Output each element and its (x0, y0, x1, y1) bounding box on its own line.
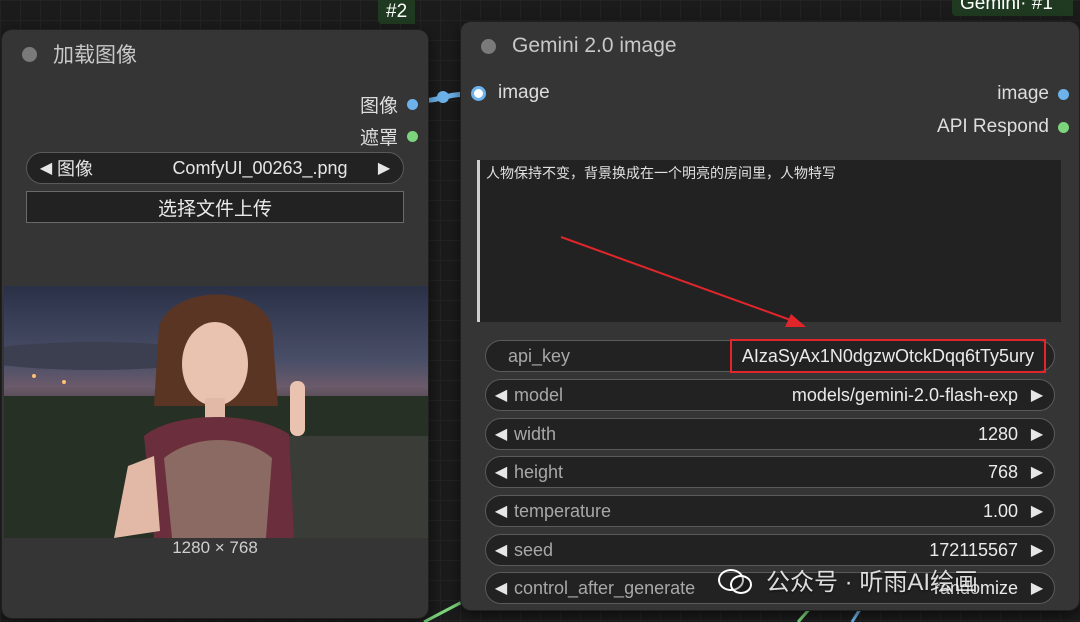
output-slot-label: 图像 (359, 96, 398, 117)
wire-midpoint (437, 91, 449, 103)
arrow-left-icon[interactable]: ◀ (490, 501, 512, 521)
collapse-dot-icon[interactable] (22, 46, 37, 62)
preview-illustration (4, 294, 428, 538)
temperature-label: temperature (514, 500, 612, 521)
height-label: height (514, 461, 564, 482)
width-label: width (514, 423, 557, 444)
arrow-right-icon[interactable]: ▶ (1026, 462, 1048, 482)
image-dimensions: 1280 × 768 (172, 538, 258, 557)
arrow-left-icon[interactable]: ◀ (490, 540, 512, 560)
output-slot-mask[interactable]: 遮罩 (360, 123, 418, 150)
model-widget[interactable]: ◀ model models/gemini-2.0-flash-exp ▶ (485, 379, 1055, 411)
gemini-node[interactable]: Gemini 2.0 image image image API Respond… (461, 22, 1079, 610)
load-node-header[interactable]: 加载图像 (2, 30, 428, 78)
model-label: model (514, 384, 564, 405)
arrow-right-icon[interactable]: ▶ (373, 158, 395, 178)
output-dot-icon[interactable] (407, 99, 418, 110)
image-combo[interactable]: ◀ 图像 ComfyUI_00263_.png ▶ (26, 152, 404, 184)
load-image-node[interactable]: 加载图像 图像 遮罩 ◀ 图像 ComfyUI_00263_.png ▶ 选择文… (2, 30, 428, 618)
wechat-icon (718, 567, 752, 594)
height-value: 768 (987, 461, 1018, 482)
arrow-left-icon[interactable]: ◀ (490, 578, 512, 598)
seed-value: 172115567 (929, 539, 1018, 560)
arrow-left-icon[interactable]: ◀ (35, 158, 57, 178)
preview-image (4, 286, 428, 538)
image-combo-label: 图像 (57, 159, 93, 179)
height-widget[interactable]: ◀ height 768 ▶ (485, 456, 1055, 488)
upload-button[interactable]: 选择文件上传 (26, 191, 404, 223)
output-slot-image[interactable]: 图像 (360, 91, 418, 118)
arrow-left-icon[interactable]: ◀ (490, 385, 512, 405)
api-key-value[interactable]: AIzaSyAx1N0dgzwOtckDqq6tTy5ury (729, 339, 1046, 373)
width-widget[interactable]: ◀ width 1280 ▶ (485, 418, 1055, 450)
api-key-field[interactable]: api_key AIzaSyAx1N0dgzwOtckDqq6tTy5ury (485, 339, 1055, 373)
api-key-label: api_key (508, 345, 571, 366)
bottom-wire-green (423, 600, 463, 622)
load-node-title: 加载图像 (53, 44, 137, 67)
output-slot-label: 遮罩 (359, 128, 398, 149)
temperature-value: 1.00 (982, 500, 1018, 521)
watermark-text: 公众号 · 听雨AI绘画 (766, 569, 979, 596)
image-combo-value: ComfyUI_00263_.png (172, 157, 348, 178)
model-value: models/gemini-2.0-flash-exp (791, 384, 1018, 405)
temperature-widget[interactable]: ◀ temperature 1.00 ▶ (485, 495, 1055, 527)
width-value: 1280 (977, 423, 1018, 444)
output-dot-icon[interactable] (407, 131, 418, 142)
arrow-right-icon[interactable]: ▶ (1026, 540, 1048, 560)
arrow-right-icon[interactable]: ▶ (1026, 424, 1048, 444)
watermark: 公众号 · 听雨AI绘画 (718, 562, 978, 597)
seed-label: seed (514, 539, 554, 560)
annotation-arrow-icon (560, 236, 806, 327)
arrow-left-icon[interactable]: ◀ (490, 424, 512, 444)
arrow-right-icon[interactable]: ▶ (1026, 501, 1048, 521)
arrow-right-icon[interactable]: ▶ (1026, 385, 1048, 405)
arrow-right-icon[interactable]: ▶ (1026, 578, 1048, 598)
arrow-left-icon[interactable]: ◀ (490, 462, 512, 482)
